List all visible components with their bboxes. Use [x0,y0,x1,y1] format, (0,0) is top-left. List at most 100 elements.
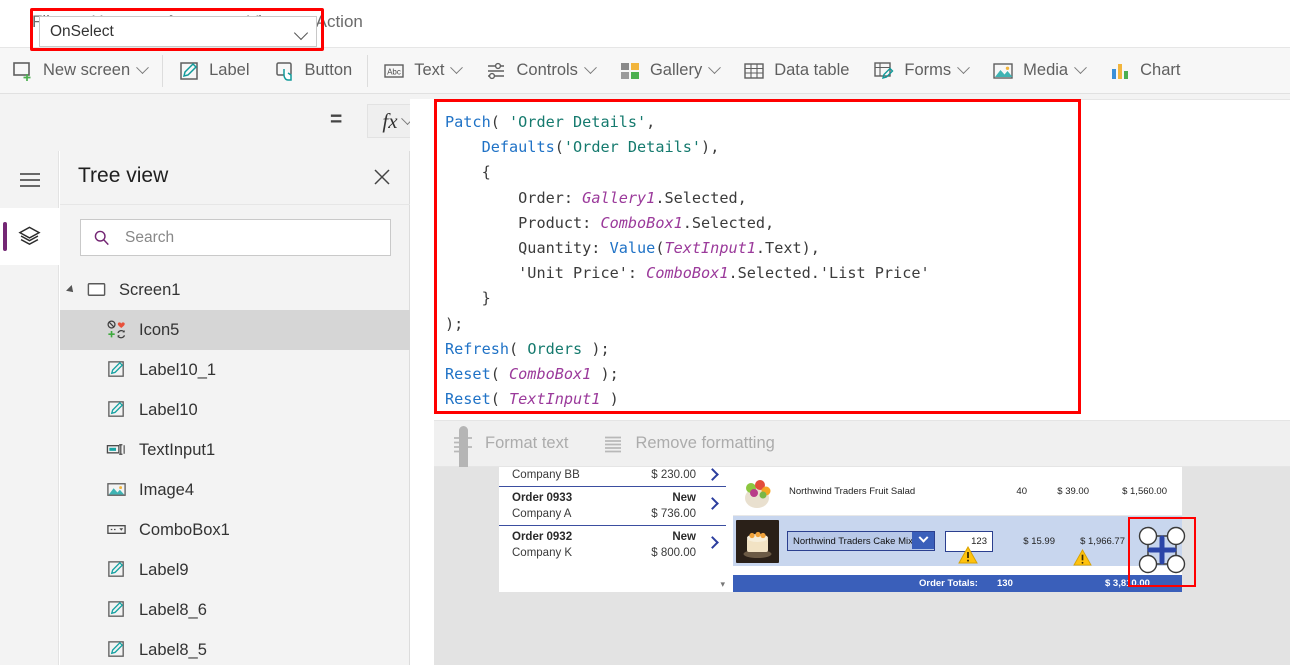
gallery-status: New [672,492,696,504]
text-input-icon [106,439,128,461]
warning-icon-quantity [1073,548,1092,571]
gallery-scroll-indicator[interactable]: ▾ [720,579,725,590]
add-plus-icon[interactable] [1137,525,1187,575]
ribbon-data-table[interactable]: Data table [731,48,861,94]
tree-node-label: Screen1 [119,280,181,299]
tree-node-screen1[interactable]: Screen1 [60,270,410,310]
close-button[interactable] [368,163,396,191]
tree-node-icon5[interactable]: Icon5 [60,310,410,350]
tree-node-label: Label9 [139,560,189,579]
ribbon-label[interactable]: Label [166,48,261,94]
chevron-down-icon [136,61,149,75]
gallery-row-line2: Company A $ 736.00 [512,506,696,522]
tree-view-header: Tree view [60,151,410,205]
hamburger-icon [19,172,40,187]
tree-node-label: Icon5 [139,320,180,339]
remove-formatting-label: Remove formatting [635,434,775,452]
chevron-right-icon[interactable] [706,467,719,481]
tree-node-label8-5[interactable]: Label8_5 [60,630,410,665]
gallery-amount: $ 230.00 [651,469,696,481]
chevron-right-icon[interactable] [706,536,719,549]
new-screen-icon [12,60,34,82]
search-input[interactable]: Search [80,219,391,256]
image-icon [106,479,128,501]
powerapps-studio: File Home Insert View Action New screen [0,0,1290,665]
gallery-row[interactable]: Order 0932 New Company K $ 800.00 [499,526,726,564]
product-combobox[interactable]: Northwind Traders Cake Mix [787,531,935,551]
tree-node-image4[interactable]: Image4 [60,470,410,510]
forms-icon [873,60,895,82]
search-placeholder: Search [125,228,175,246]
gallery-row[interactable]: Order 0933 New Company A $ 736.00 [499,487,726,526]
ribbon-media-label: Media [1023,61,1069,79]
chevron-down-icon[interactable] [66,285,76,295]
tree-node-textinput1[interactable]: TextInput1 [60,430,410,470]
close-icon [374,169,390,185]
formula-editor-highlight: Patch( 'Order Details', Defaults('Order … [434,99,1081,414]
tree-node-label: TextInput1 [139,440,216,459]
tree-node-label10[interactable]: Label10 [60,390,410,430]
tree-node-label10-1[interactable]: Label10_1 [60,350,410,390]
ribbon-gallery[interactable]: Gallery [607,48,731,94]
tree-node-label8-6[interactable]: Label8_6 [60,590,410,630]
product-total: $ 1,560.00 [1122,485,1167,497]
ribbon-text[interactable]: Abc Text [371,48,473,94]
order-detail-row[interactable]: Northwind Traders Fruit Salad 40 $ 39.00… [733,467,1182,516]
chevron-down-icon [708,61,722,75]
property-selector-highlight: OnSelect [30,8,324,51]
tree-node-combobox1[interactable]: ComboBox1 [60,510,410,550]
hamburger-menu-button[interactable] [0,151,59,208]
ribbon-chart[interactable]: Chart [1097,48,1192,94]
ribbon-new-screen-label: New screen [43,61,131,79]
label-icon [178,60,200,82]
chevron-down-icon [450,61,464,75]
order-totals-quantity: 130 [997,578,1013,589]
layers-icon [18,226,41,246]
chevron-down-icon [293,25,309,41]
ribbon-data-table-label: Data table [774,61,850,79]
ribbon-forms[interactable]: Forms [861,48,980,94]
order-details-list: Northwind Traders Fruit Salad 40 $ 39.00… [733,467,1182,592]
gallery-row-line1: Order 0933 New [512,490,696,506]
ribbon-controls[interactable]: Controls [473,48,606,94]
ribbon-divider [162,54,164,87]
tree-view-rail-button[interactable] [0,208,59,265]
format-text-label: Format text [485,434,569,452]
gallery-order-id: Order 0933 [512,492,573,504]
ribbon-new-screen[interactable]: New screen [0,48,159,94]
ribbon-button-label: Button [304,61,353,79]
property-selector-dropdown[interactable]: OnSelect [39,16,317,47]
ribbon-button[interactable]: Button [262,48,365,94]
gallery-row-line2: Company BB $ 230.00 [512,467,696,483]
product-name: Northwind Traders Fruit Salad [789,485,916,497]
tree-node-label: Image4 [139,480,195,499]
fx-label: fx [382,108,398,133]
gallery-company: Company A [512,508,572,520]
format-text-button[interactable]: Format text [452,433,568,455]
chevron-right-icon[interactable] [706,497,719,510]
gallery-row[interactable]: Company BB $ 230.00 [499,467,726,487]
remove-formatting-button[interactable]: Remove formatting [602,433,775,455]
ribbon-gallery-label: Gallery [649,61,703,79]
order-totals-bar: Order Totals: 130 $ 3,810.00 [733,575,1182,592]
formula-right-pane [1081,99,1290,414]
tree-view-title: Tree view [78,164,169,187]
warning-icon-combobox [958,545,978,569]
ribbon-text-label: Text [414,61,445,79]
label-icon [106,639,128,661]
icon-control-icon [106,319,128,341]
gallery-order-id: Order 0932 [512,531,573,543]
tree-view-panel: Tree view Search Screen1 Icon5 Label10_1… [60,151,468,665]
ribbon-media[interactable]: Media [980,48,1097,94]
tree-node-label: ComboBox1 [139,520,230,539]
ribbon-divider [367,54,369,87]
left-rail [0,151,59,665]
media-icon [992,60,1014,82]
equals-sign: = [330,108,343,131]
formula-input[interactable]: Patch( 'Order Details', Defaults('Order … [441,106,1078,411]
product-combobox-value: Northwind Traders Cake Mix [793,535,913,547]
chevron-down-icon[interactable] [912,532,934,549]
tree-node-label9[interactable]: Label9 [60,550,410,590]
gallery-company: Company BB [512,469,580,481]
app-preview: Company BB $ 230.00 Order 0933 New Compa… [499,467,1182,592]
